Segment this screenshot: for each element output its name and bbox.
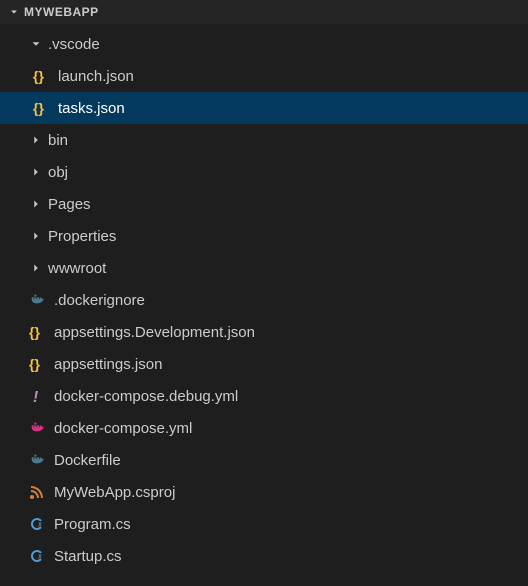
file-docker-compose[interactable]: docker-compose.yml [0,412,528,444]
folder-label: Pages [48,196,91,213]
svg-text:{}: {} [29,356,40,372]
json-icon: {} [32,99,50,117]
file-label: Startup.cs [54,548,122,565]
file-label: Dockerfile [54,452,121,469]
svg-text:#: # [38,523,42,529]
file-appsettings-dev[interactable]: {} appsettings.Development.json [0,316,528,348]
file-label: Program.cs [54,516,131,533]
folder-bin[interactable]: bin [0,124,528,156]
svg-text:{}: {} [33,68,44,84]
folder-obj[interactable]: obj [0,156,528,188]
file-csproj[interactable]: MyWebApp.csproj [0,476,528,508]
json-icon: {} [32,67,50,85]
file-label: .dockerignore [54,292,145,309]
folder-pages[interactable]: Pages [0,188,528,220]
folder-label: Properties [48,228,116,245]
file-tree: .vscode {} launch.json {} tasks.json bin [0,24,528,572]
file-appsettings[interactable]: {} appsettings.json [0,348,528,380]
file-label: appsettings.json [54,356,162,373]
svg-text:#: # [38,555,42,561]
chevron-down-icon [28,36,44,52]
folder-wwwroot[interactable]: wwwroot [0,252,528,284]
explorer-panel: MYWEBAPP .vscode {} launch.json {} tasks… [0,0,528,586]
json-icon: {} [28,323,46,341]
folder-label: obj [48,164,68,181]
docker-icon [28,291,46,309]
folder-label: bin [48,132,68,149]
svg-text:{}: {} [29,324,40,340]
section-header[interactable]: MYWEBAPP [0,0,528,24]
folder-label: wwwroot [48,260,106,277]
docker-icon [28,419,46,437]
chevron-right-icon [28,132,44,148]
folder-label: .vscode [48,36,100,53]
chevron-right-icon [28,228,44,244]
folder-vscode[interactable]: .vscode [0,28,528,60]
file-dockerfile[interactable]: Dockerfile [0,444,528,476]
file-tasks-json[interactable]: {} tasks.json [0,92,528,124]
file-startup-cs[interactable]: # Startup.cs [0,540,528,572]
exclamation-icon: ! [28,387,46,405]
file-program-cs[interactable]: # Program.cs [0,508,528,540]
chevron-right-icon [28,260,44,276]
file-label: tasks.json [58,100,125,117]
file-dockerignore[interactable]: .dockerignore [0,284,528,316]
json-icon: {} [28,355,46,373]
folder-properties[interactable]: Properties [0,220,528,252]
file-label: docker-compose.debug.yml [54,388,238,405]
file-docker-compose-debug[interactable]: ! docker-compose.debug.yml [0,380,528,412]
chevron-right-icon [28,164,44,180]
file-label: launch.json [58,68,134,85]
file-launch-json[interactable]: {} launch.json [0,60,528,92]
chevron-right-icon [28,196,44,212]
file-label: MyWebApp.csproj [54,484,175,501]
file-label: docker-compose.yml [54,420,192,437]
file-label: appsettings.Development.json [54,324,255,341]
svg-text:!: ! [33,389,39,404]
svg-text:{}: {} [33,100,44,116]
rss-icon [28,483,46,501]
chevron-down-icon [6,4,22,20]
section-title: MYWEBAPP [24,5,99,19]
csharp-icon: # [28,515,46,533]
csharp-icon: # [28,547,46,565]
docker-icon [28,451,46,469]
